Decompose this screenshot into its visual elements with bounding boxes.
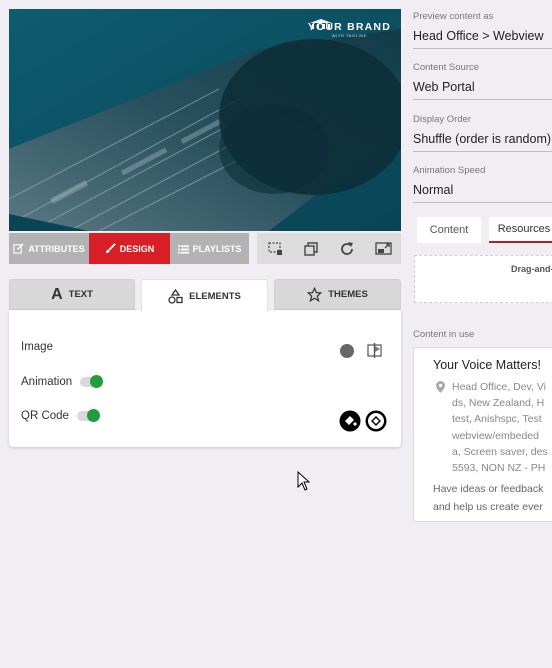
resource-dropzone[interactable]: Drag-and-drop xyxy=(414,255,552,303)
fill-color-icon[interactable] xyxy=(339,410,361,432)
tab-design[interactable]: DESIGN xyxy=(89,233,170,264)
location-line: Head Office, Dev, Vi xyxy=(452,381,546,393)
dropzone-text: Drag-and-drop xyxy=(511,264,552,274)
elements-panel: Image Animation QR Code xyxy=(9,310,401,447)
content-locations: Head Office, Dev, Vi ds, New Zealand, H … xyxy=(452,379,548,476)
tab-playlists[interactable]: PLAYLISTS xyxy=(170,233,249,264)
qr-code-row: QR Code xyxy=(21,409,100,422)
tab-playlists-label: PLAYLISTS xyxy=(192,243,242,254)
design-subtabs: A TEXT ELEMENTS THEMES xyxy=(9,279,401,312)
feedback-line: Have ideas or feedback xyxy=(433,483,544,495)
content-preview: YOUR BRAND WITH TAGLINE xyxy=(9,9,401,231)
preview-as-label: Preview content as xyxy=(413,11,494,22)
brand-tagline: WITH TAGLINE xyxy=(331,33,368,38)
content-source-select[interactable]: Web Portal xyxy=(413,80,552,100)
image-row: Image xyxy=(21,341,53,353)
animation-speed-select[interactable]: Normal xyxy=(413,183,552,203)
brand-logo: YOUR BRAND WITH TAGLINE xyxy=(308,19,391,38)
image-flip-icon[interactable] xyxy=(366,342,383,359)
fullscreen-icon xyxy=(374,242,392,255)
refresh-button[interactable] xyxy=(337,239,357,259)
location-line: test, Anishspc, Test xyxy=(452,413,542,426)
building-icon xyxy=(309,19,332,29)
layers-icon xyxy=(304,241,318,256)
fullscreen-button[interactable] xyxy=(373,239,393,259)
animation-toggle[interactable] xyxy=(80,375,104,388)
animation-row: Animation xyxy=(21,375,104,388)
fill-outline-icon[interactable] xyxy=(365,410,387,432)
resize-frame-icon xyxy=(268,242,282,255)
tab-elements[interactable]: ELEMENTS xyxy=(141,279,268,312)
image-color-swatch[interactable] xyxy=(340,344,354,358)
tab-themes[interactable]: THEMES xyxy=(274,279,401,310)
mouse-cursor-icon xyxy=(297,471,311,491)
tab-design-label: DESIGN xyxy=(119,243,155,254)
tab-themes-label: THEMES xyxy=(328,289,368,300)
refresh-icon xyxy=(341,241,353,255)
location-line: a, Screen saver, des xyxy=(452,445,548,458)
tab-text[interactable]: A TEXT xyxy=(9,279,135,310)
shapes-icon xyxy=(168,288,183,304)
location-line: ds, New Zealand, H xyxy=(452,397,545,410)
tab-elements-label: ELEMENTS xyxy=(189,290,241,302)
resize-button[interactable] xyxy=(265,239,285,259)
tab-attributes[interactable]: ATTRIBUTES xyxy=(9,233,89,264)
animation-label: Animation xyxy=(21,376,73,388)
content-in-use-label: Content in use xyxy=(413,329,475,340)
qr-code-toggle[interactable] xyxy=(76,409,100,422)
image-label: Image xyxy=(21,341,53,353)
tab-attributes-label: ATTRIBUTES xyxy=(28,243,85,254)
star-icon xyxy=(307,287,323,302)
display-order-select[interactable]: Shuffle (order is random) xyxy=(413,132,552,152)
tab-content[interactable]: Content xyxy=(417,217,481,243)
location-line: webview/embeded xyxy=(452,429,539,442)
edit-icon xyxy=(13,243,24,254)
display-order-label: Display Order xyxy=(413,114,472,125)
content-title: Your Voice Matters! xyxy=(433,358,541,372)
preview-toolbar xyxy=(257,233,401,264)
feedback-line: and help us create ever xyxy=(433,501,543,513)
content-feedback-text: Have ideas or feedback and help us creat… xyxy=(433,480,543,516)
preview-artwork xyxy=(9,9,401,231)
layers-button[interactable] xyxy=(301,239,321,259)
tab-text-label: TEXT xyxy=(68,289,93,300)
qr-code-label: QR Code xyxy=(21,410,69,422)
preview-as-select[interactable]: Head Office > Webview xyxy=(413,29,552,49)
location-line: 5593, NON NZ - PH xyxy=(452,462,546,475)
mode-tabbar: ATTRIBUTES DESIGN PLAYLISTS xyxy=(9,233,249,264)
brush-icon xyxy=(105,243,116,254)
animation-speed-label: Animation Speed xyxy=(413,165,486,176)
location-pin-icon xyxy=(436,381,445,393)
content-source-label: Content Source xyxy=(413,62,480,73)
text-icon: A xyxy=(51,285,63,303)
content-in-use-card[interactable]: Your Voice Matters! Head Office, Dev, Vi… xyxy=(413,347,552,522)
tab-resources[interactable]: Resources xyxy=(489,217,552,243)
list-icon xyxy=(177,244,189,254)
